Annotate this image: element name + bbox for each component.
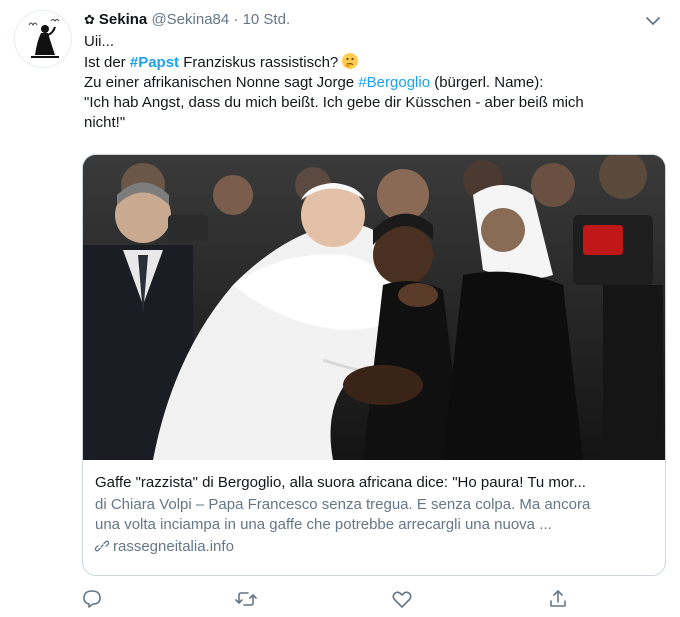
card-domain-text: rassegneitalia.info (113, 538, 234, 555)
reply-icon[interactable] (80, 587, 104, 611)
tweet-text-line-1: Uii... (84, 33, 114, 50)
text-segment: Zu einer afrikanischen Nonne sagt Jorge (84, 74, 359, 91)
hashtag-papst[interactable]: #Papst (130, 54, 179, 71)
tweet-text-line-5: nicht!" (84, 114, 126, 131)
share-icon[interactable] (546, 587, 570, 611)
chevron-down-icon[interactable] (642, 10, 664, 32)
author-name[interactable]: Sekina (99, 11, 147, 28)
tweet-text-line-2: Ist der #Papst Franziskus rassistisch? (84, 52, 654, 73)
thinking-face-icon (341, 52, 359, 70)
text-segment: Ist der (84, 54, 130, 71)
avatar[interactable] (14, 10, 72, 68)
link-card[interactable]: Gaffe "razzista" di Bergoglio, alla suor… (82, 154, 666, 576)
card-image[interactable] (83, 155, 665, 460)
hashtag-bergoglio[interactable]: #Bergoglio (358, 74, 430, 91)
text-segment: (bürgerl. Name): (430, 74, 544, 91)
timestamp[interactable]: 10 Std. (243, 11, 291, 28)
separator-dot: · (233, 11, 239, 28)
card-domain[interactable]: rassegneitalia.info (94, 537, 655, 557)
tweet-text-line-3: Zu einer afrikanischen Nonne sagt Jorge … (84, 73, 654, 93)
tweet-actions (80, 587, 580, 611)
card-title[interactable]: Gaffe "razzista" di Bergoglio, alla suor… (95, 473, 655, 493)
card-description: di Chiara Volpi – Papa Francesco senza t… (95, 495, 655, 535)
text-segment: Franziskus rassistisch? (179, 54, 339, 71)
tweet[interactable]: ✿ Sekina @Sekina84 · 10 Std. Uii... Ist d… (0, 0, 680, 617)
card-description-line-2: una volta inciampa in una gaffe che potr… (95, 516, 552, 533)
tweet-text: Uii... Ist der #Papst Franziskus rassist… (84, 32, 654, 133)
tweet-header: ✿ Sekina @Sekina84 · 10 Std. (84, 10, 290, 30)
like-icon[interactable] (390, 587, 414, 611)
author-handle[interactable]: @Sekina84 (151, 11, 229, 28)
card-description-line-1: di Chiara Volpi – Papa Francesco senza t… (95, 496, 591, 513)
flower-icon: ✿ (84, 12, 95, 27)
retweet-icon[interactable] (234, 587, 258, 611)
tweet-text-line-4: "Ich hab Angst, dass du mich beißt. Ich … (84, 94, 584, 111)
praying-figure-avatar-icon (15, 11, 71, 67)
link-icon (94, 539, 110, 553)
card-text: Gaffe "razzista" di Bergoglio, alla suor… (94, 473, 655, 557)
